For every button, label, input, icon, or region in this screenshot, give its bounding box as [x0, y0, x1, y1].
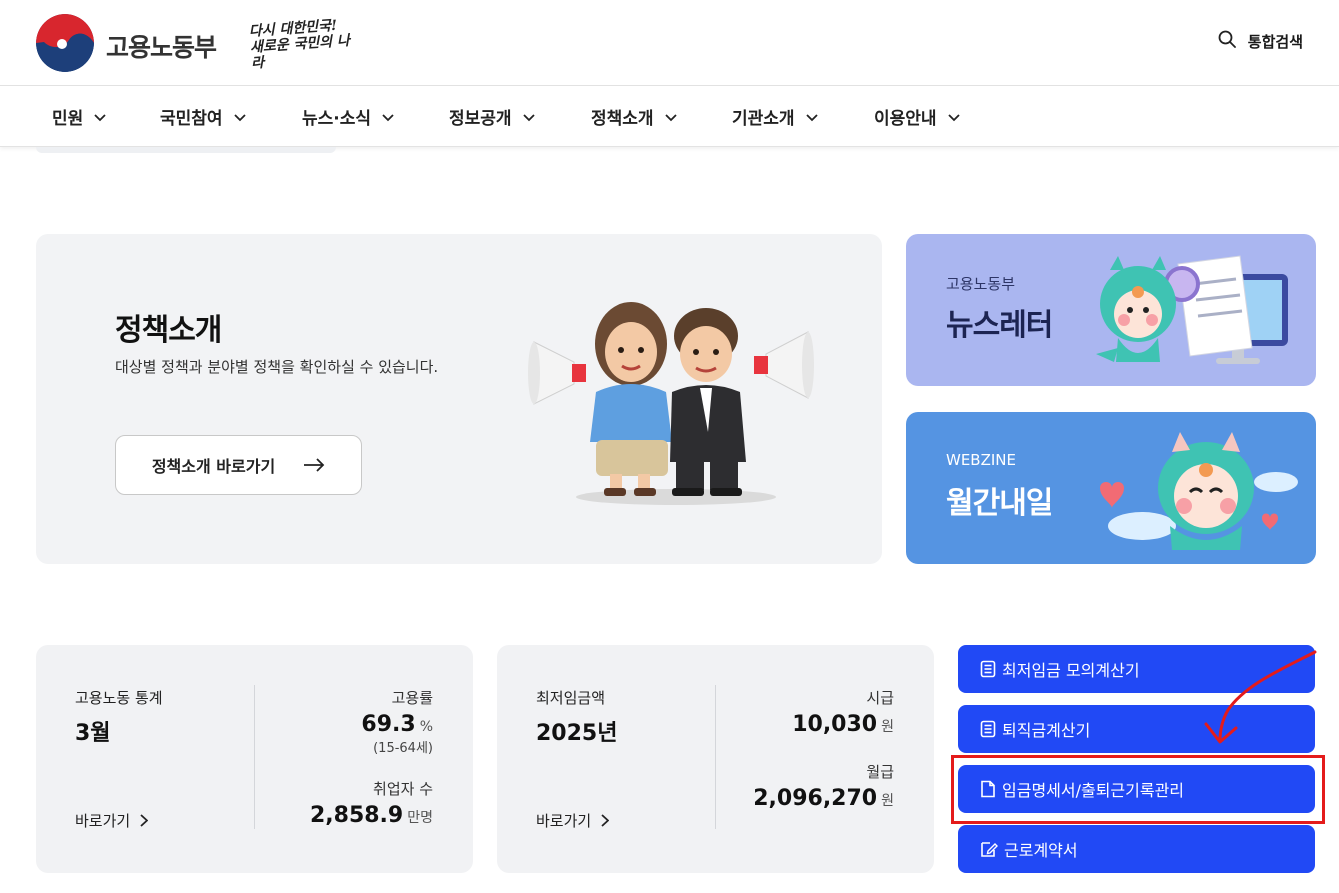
slogan-line-2: 새로운 국민의 나라	[249, 32, 351, 72]
employment-contract-button[interactable]: 근로계약서	[958, 825, 1315, 873]
nav-item-label: 정보공개	[449, 109, 512, 129]
hourly-wage: 시급 10,030 원	[792, 687, 894, 737]
quick-button-label: 퇴직금계산기	[1002, 721, 1091, 740]
annotation-arrow	[1204, 650, 1317, 744]
newsletter-card[interactable]: 고용노동부 뉴스레터	[906, 234, 1316, 386]
monthly-wage-label: 월급	[866, 763, 894, 781]
nav-item-policy[interactable]: 정책소개	[591, 104, 678, 129]
minimum-wage-link[interactable]: 바로가기	[536, 810, 610, 831]
employment-rate-label: 고용률	[391, 689, 433, 707]
slogan: 다시 대한민국! 새로운 국민의 나라	[248, 16, 361, 72]
employment-rate-value-row: 69.3%	[361, 712, 433, 737]
monthly-wage: 월급 2,096,270 원	[753, 761, 894, 811]
employed-unit: 만명	[407, 810, 433, 826]
nav-item-news[interactable]: 뉴스·소식	[302, 104, 395, 129]
minimum-wage-link-label: 바로가기	[536, 812, 592, 830]
hourly-wage-value: 10,030	[792, 712, 878, 737]
employment-rate-unit: %	[419, 719, 433, 735]
search-icon	[1218, 30, 1236, 52]
stat-divider	[254, 685, 255, 829]
chevron-down-icon	[94, 113, 106, 121]
nav-item-label: 뉴스·소식	[302, 109, 372, 129]
labor-statistics-card: 고용노동 통계 3월 바로가기 고용률 69.3% (15-64세) 취업자 수…	[36, 645, 473, 873]
chevron-down-icon	[522, 113, 535, 121]
newsletter-title: 뉴스레터	[946, 308, 1053, 343]
policy-characters-illustration	[528, 302, 814, 505]
edit-document-icon	[981, 842, 998, 857]
site-header: 고용노동부 다시 대한민국! 새로운 국민의 나라 통합검색	[0, 0, 1339, 86]
organization-name[interactable]: 고용노동부	[106, 28, 217, 64]
chevron-down-icon	[947, 113, 960, 121]
minimum-wage-card: 최저임금액 2025년 바로가기 시급 10,030 원 월급 2,096,270…	[497, 645, 934, 873]
employed-value: 2,858.9	[309, 803, 404, 828]
policy-shortcut-button[interactable]: 정책소개 바로가기	[115, 435, 362, 495]
employed-value-row: 2,858.9 만명	[310, 803, 433, 828]
policy-intro-card: 정책소개 대상별 정책과 분야별 정책을 확인하실 수 있습니다. 정책소개 바…	[36, 234, 882, 564]
policy-title: 정책소개	[115, 313, 222, 348]
mascot-newsletter-illustration	[1096, 255, 1288, 364]
main-navigation: 민원 국민참여 뉴스·소식 정보공개 정책소개 기관소개 이용안내	[0, 86, 1339, 147]
chevron-right-icon	[601, 814, 610, 827]
employed-label: 취업자 수	[373, 780, 433, 798]
arrow-right-icon	[304, 458, 325, 472]
chevron-down-icon	[805, 113, 818, 121]
employment-rate-value: 69.3	[361, 712, 416, 737]
labor-stats-link[interactable]: 바로가기	[75, 810, 149, 831]
annotation-highlight-box	[951, 755, 1325, 824]
nav-item-label: 정책소개	[591, 109, 654, 129]
nav-item-information[interactable]: 정보공개	[449, 104, 536, 129]
employment-rate: 고용률 69.3% (15-64세)	[361, 687, 433, 756]
minimum-wage-label: 최저임금액	[536, 689, 606, 707]
hourly-wage-value-row: 10,030 원	[792, 712, 894, 737]
webzine-card[interactable]: WEBZINE 월간내일	[906, 412, 1316, 564]
nav-item-label: 이용안내	[874, 109, 937, 129]
newsletter-subtitle: 고용노동부	[946, 275, 1016, 293]
stat-divider	[715, 685, 716, 829]
employment-rate-note: (15-64세)	[373, 741, 433, 756]
minimum-wage-year: 2025년	[536, 721, 618, 746]
chevron-down-icon	[664, 113, 677, 121]
calculator-icon	[980, 720, 996, 738]
nav-item-civil-complaint[interactable]: 민원	[52, 104, 107, 129]
labor-stats-label: 고용노동 통계	[75, 689, 163, 707]
integrated-search-button[interactable]: 통합검색	[1218, 30, 1303, 52]
hourly-wage-unit: 원	[881, 719, 894, 735]
nav-item-label: 민원	[52, 109, 84, 129]
nav-item-label: 기관소개	[732, 109, 795, 129]
nav-item-usage-guide[interactable]: 이용안내	[874, 104, 961, 129]
nav-item-label: 국민참여	[160, 109, 223, 129]
monthly-wage-unit: 원	[881, 793, 894, 809]
policy-description: 대상별 정책과 분야별 정책을 확인하실 수 있습니다.	[115, 358, 439, 376]
calculator-icon	[980, 660, 996, 678]
labor-stats-link-label: 바로가기	[75, 812, 131, 830]
monthly-wage-value: 2,096,270	[753, 786, 878, 811]
previous-section-edge	[36, 147, 336, 153]
monthly-wage-value-row: 2,096,270 원	[753, 786, 894, 811]
nav-item-participation[interactable]: 국민참여	[160, 104, 247, 129]
quick-button-label: 최저임금 모의계산기	[1002, 661, 1140, 680]
chevron-down-icon	[382, 113, 394, 121]
nav-item-organization[interactable]: 기관소개	[732, 104, 819, 129]
employed-persons: 취업자 수 2,858.9 만명	[310, 778, 433, 828]
policy-button-label: 정책소개 바로가기	[151, 457, 276, 476]
webzine-subtitle: WEBZINE	[946, 451, 1016, 469]
labor-stats-period: 3월	[75, 721, 111, 746]
government-logo[interactable]	[36, 14, 94, 72]
webzine-title: 월간내일	[946, 486, 1053, 521]
chevron-right-icon	[140, 814, 149, 827]
chevron-down-icon	[233, 113, 246, 121]
search-label: 통합검색	[1247, 32, 1303, 51]
quick-button-label: 근로계약서	[1004, 841, 1078, 860]
hourly-wage-label: 시급	[866, 689, 894, 707]
mascot-webzine-illustration	[1100, 432, 1298, 550]
